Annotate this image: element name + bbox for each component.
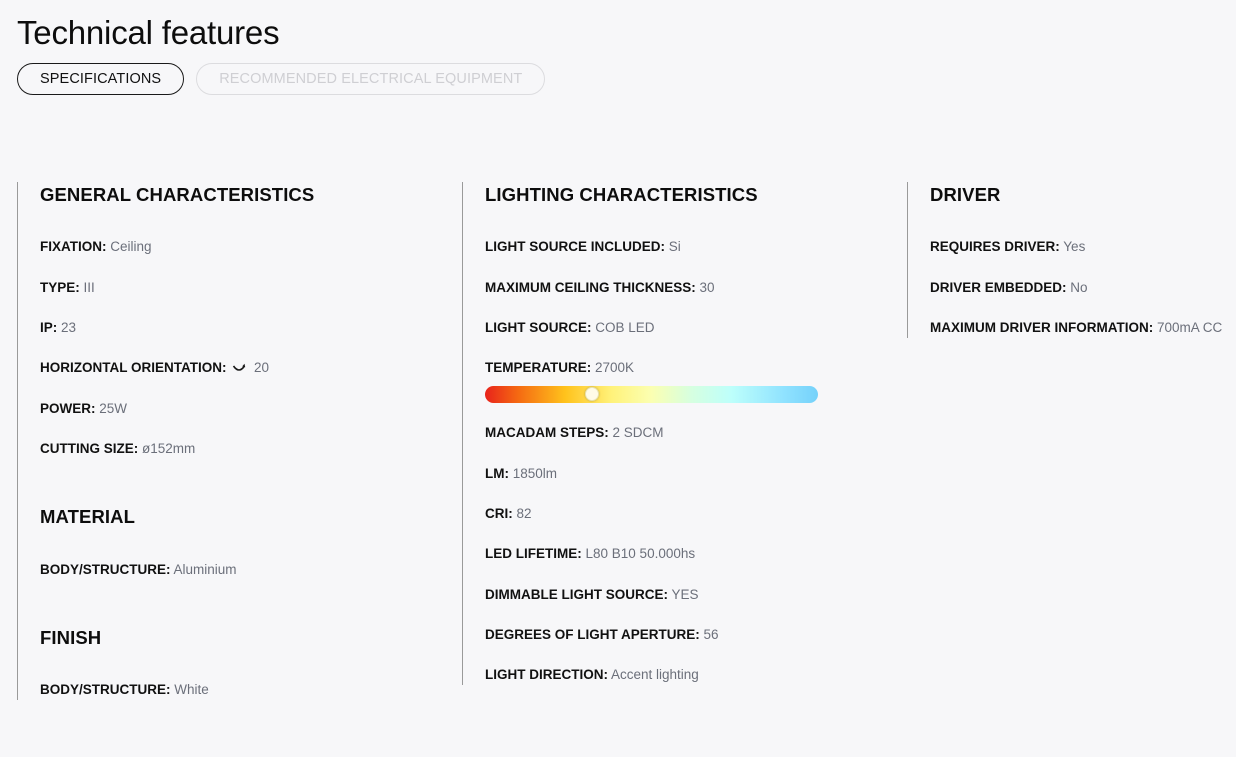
spec-cri: CRI: 82 [485, 505, 532, 523]
spec-power: POWER: 25W [40, 400, 127, 418]
driver-title: DRIVER [930, 184, 1001, 205]
spec-value: 82 [516, 506, 532, 521]
general-column: GENERAL CHARACTERISTICS FIXATION: Ceilin… [17, 182, 437, 700]
technical-features-page: Technical features SPECIFICATIONS RECOMM… [0, 0, 1236, 757]
spec-value: Yes [1063, 239, 1086, 254]
spec-value: White [174, 682, 209, 697]
lighting-column: LIGHTING CHARACTERISTICS LIGHT SOURCE IN… [462, 182, 882, 685]
spec-label: CRI: [485, 506, 513, 521]
color-temperature-scale [485, 386, 818, 403]
spec-value: Ceiling [110, 239, 152, 254]
tab-specifications[interactable]: SPECIFICATIONS [17, 63, 185, 95]
finish-title: FINISH [40, 627, 102, 648]
spec-value: COB LED [595, 320, 655, 335]
color-temperature-marker [585, 387, 599, 401]
spec-label: DEGREES OF LIGHT APERTURE: [485, 627, 700, 642]
tab-bar: SPECIFICATIONS RECOMMENDED ELECTRICAL EQ… [17, 63, 546, 95]
spec-value: Aluminium [173, 562, 237, 577]
spec-ip: IP: 23 [40, 319, 76, 337]
spec-label: CUTTING SIZE: [40, 441, 139, 456]
spec-light-aperture: DEGREES OF LIGHT APERTURE: 56 [485, 626, 719, 644]
spec-label: DIMMABLE LIGHT SOURCE: [485, 587, 668, 602]
spec-label: IP: [40, 320, 58, 335]
spec-value: 700mA CC [1157, 320, 1223, 335]
spec-finish-body: BODY/STRUCTURE: White [40, 681, 209, 699]
spec-label: FIXATION: [40, 239, 107, 254]
spec-label: LIGHT SOURCE: [485, 320, 592, 335]
spec-max-driver-information: MAXIMUM DRIVER INFORMATION: 700mA CC [930, 319, 1222, 337]
spec-label: LM: [485, 466, 509, 481]
spec-label: TEMPERATURE: [485, 360, 592, 375]
material-title: MATERIAL [40, 506, 135, 527]
spec-label: BODY/STRUCTURE: [40, 562, 171, 577]
spec-cutting-size: CUTTING SIZE: ø152mm [40, 440, 195, 458]
spec-horizontal-orientation: HORIZONTAL ORIENTATION: 20 [40, 359, 269, 377]
spec-value: Accent lighting [611, 667, 699, 682]
spec-value: 56 [703, 627, 719, 642]
tab-recommended-electrical-equipment[interactable]: RECOMMENDED ELECTRICAL EQUIPMENT [196, 63, 546, 95]
general-characteristics-title: GENERAL CHARACTERISTICS [40, 184, 315, 205]
spec-lm: LM: 1850lm [485, 465, 557, 483]
spec-max-ceiling-thickness: MAXIMUM CEILING THICKNESS: 30 [485, 279, 715, 297]
spec-label: MAXIMUM CEILING THICKNESS: [485, 280, 696, 295]
spec-material-body: BODY/STRUCTURE: Aluminium [40, 561, 237, 579]
spec-value: ø152mm [142, 441, 196, 456]
spec-light-direction: LIGHT DIRECTION: Accent lighting [485, 666, 699, 684]
lighting-characteristics-title: LIGHTING CHARACTERISTICS [485, 184, 758, 205]
spec-label: REQUIRES DRIVER: [930, 239, 1060, 254]
spec-value: 1850lm [512, 466, 558, 481]
spec-label: LIGHT DIRECTION: [485, 667, 608, 682]
spec-value: 30 [699, 280, 715, 295]
spec-fixation: FIXATION: Ceiling [40, 238, 152, 256]
spec-value: 20 [254, 360, 270, 375]
page-title: Technical features [17, 14, 280, 51]
spec-value: 2 SDCM [612, 425, 664, 440]
spec-value: 25W [99, 401, 128, 416]
spec-light-source-included: LIGHT SOURCE INCLUDED: Si [485, 238, 681, 256]
spec-label: LIGHT SOURCE INCLUDED: [485, 239, 665, 254]
spec-value: YES [671, 587, 699, 602]
spec-label: HORIZONTAL ORIENTATION: [40, 360, 227, 375]
spec-value: 2700K [595, 360, 635, 375]
spec-value: L80 B10 50.000hs [585, 546, 696, 561]
spec-temperature: TEMPERATURE: 2700K [485, 359, 634, 377]
spec-label: DRIVER EMBEDDED: [930, 280, 1067, 295]
spec-driver-embedded: DRIVER EMBEDDED: No [930, 279, 1088, 297]
spec-label: MAXIMUM DRIVER INFORMATION: [930, 320, 1154, 335]
spec-type: TYPE: III [40, 279, 95, 297]
spec-value: 23 [61, 320, 77, 335]
spec-requires-driver: REQUIRES DRIVER: Yes [930, 238, 1085, 256]
driver-column: DRIVER REQUIRES DRIVER: Yes DRIVER EMBED… [907, 182, 1236, 338]
spec-value: No [1070, 280, 1088, 295]
spec-label: BODY/STRUCTURE: [40, 682, 171, 697]
spec-value: Si [668, 239, 681, 254]
spec-label: MACADAM STEPS: [485, 425, 609, 440]
spec-label: TYPE: [40, 280, 80, 295]
spec-value: III [83, 280, 95, 295]
rotate-icon [232, 360, 246, 371]
spec-macadam-steps: MACADAM STEPS: 2 SDCM [485, 424, 664, 442]
spec-led-lifetime: LED LIFETIME: L80 B10 50.000hs [485, 545, 695, 563]
spec-dimmable-light-source: DIMMABLE LIGHT SOURCE: YES [485, 586, 699, 604]
spec-label: POWER: [40, 401, 96, 416]
spec-light-source: LIGHT SOURCE: COB LED [485, 319, 655, 337]
spec-label: LED LIFETIME: [485, 546, 582, 561]
